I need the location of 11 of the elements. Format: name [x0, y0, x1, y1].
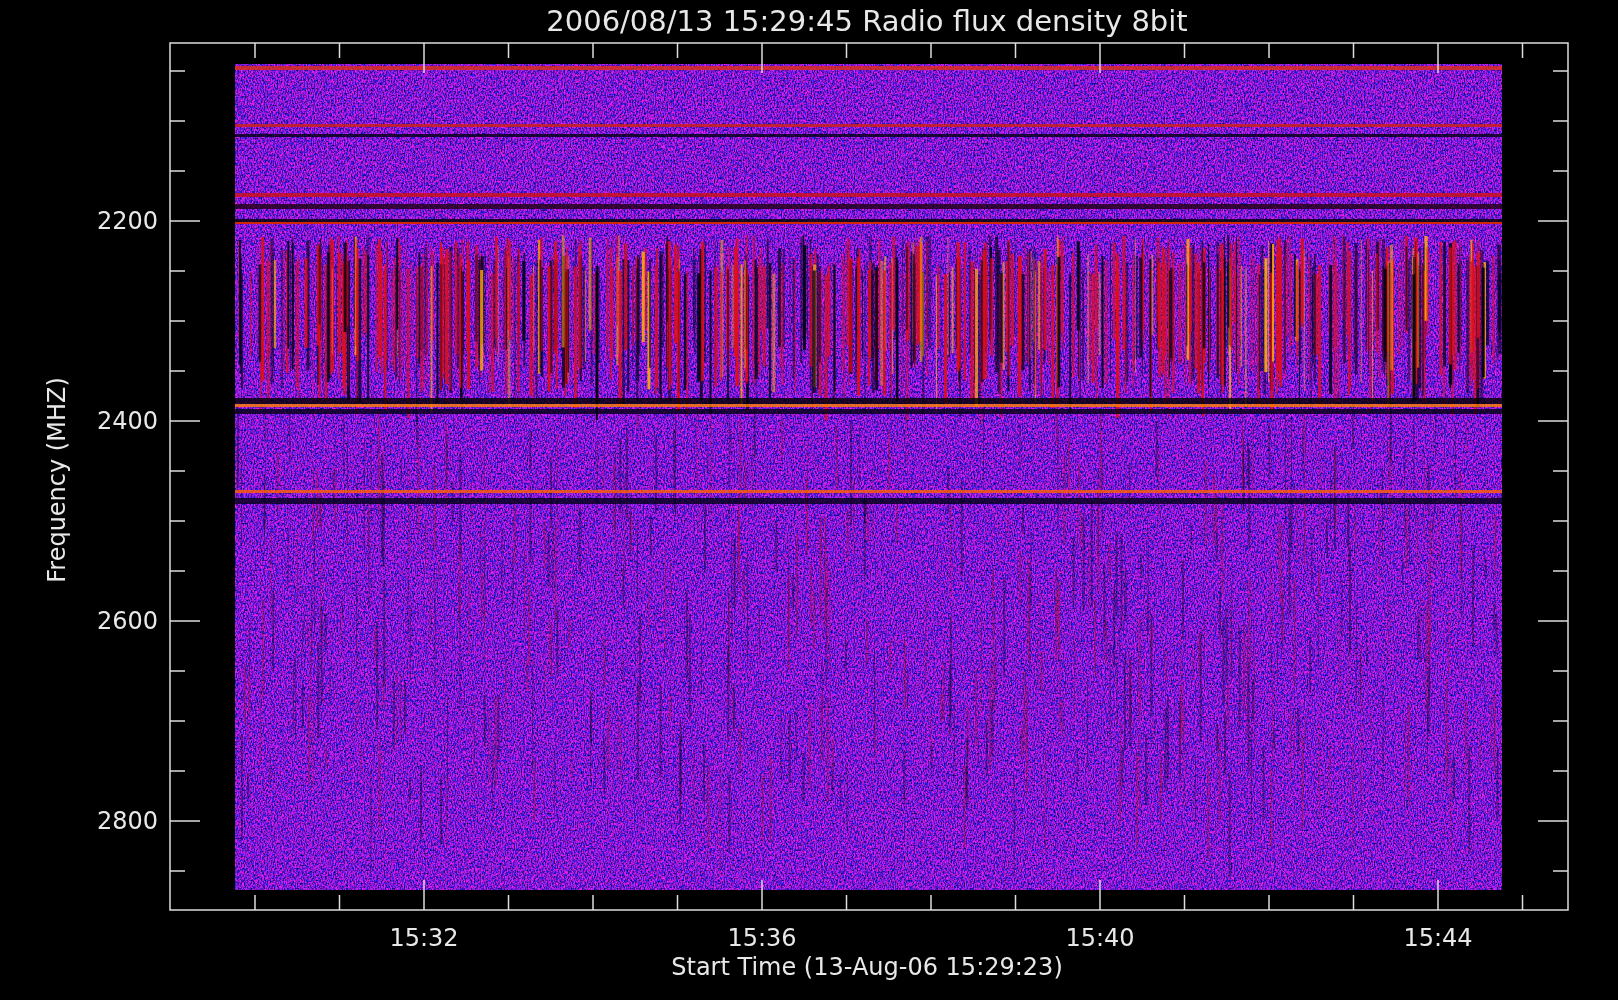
x-tick-label: 15:44	[1403, 924, 1473, 952]
x-axis-label: Start Time (13-Aug-06 15:29:23)	[671, 953, 1063, 981]
y-tick-label: 2800	[96, 807, 158, 835]
y-tick-label: 2600	[96, 607, 158, 635]
x-tick-label: 15:32	[389, 924, 459, 952]
y-tick-label: 2200	[96, 207, 158, 235]
x-tick-label: 15:40	[1065, 924, 1135, 952]
chart-title: 2006/08/13 15:29:45 Radio flux density 8bit	[546, 4, 1188, 38]
y-tick-label: 2400	[96, 407, 158, 435]
y-axis-label: Frequency (MHZ)	[43, 377, 71, 583]
x-tick-label: 15:36	[727, 924, 797, 952]
